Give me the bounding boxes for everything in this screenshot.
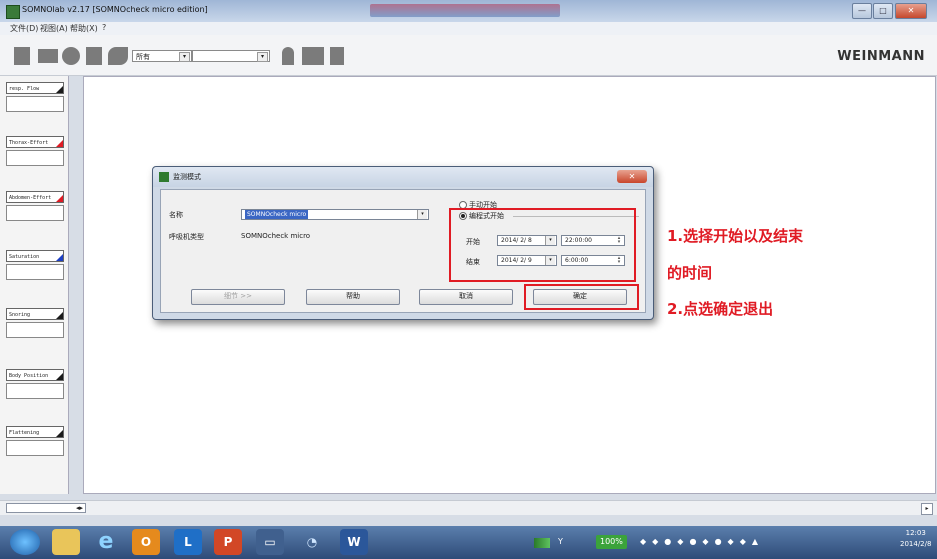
channel-preview [6, 440, 64, 456]
start-orb-icon[interactable] [10, 529, 40, 555]
brand-logo: WEINMANN [837, 49, 925, 64]
maximize-button[interactable]: □ [873, 3, 893, 19]
dialog-title: 监测模式 [173, 173, 201, 181]
channel-preview [6, 150, 64, 166]
square-icon[interactable] [86, 47, 102, 65]
chevron-down-icon: ▾ [179, 52, 190, 62]
lync-icon[interactable]: L [174, 529, 202, 555]
menu-view[interactable]: 视图(A) [40, 23, 68, 34]
book-icon[interactable] [330, 47, 344, 65]
powerpoint-icon[interactable]: P [214, 529, 242, 555]
channel-sidebar: resp. Flow Thorax-Effort Abdomen-Effort … [0, 76, 69, 494]
corner-marker-icon [56, 86, 63, 93]
blurred-taskbar-tab [370, 4, 560, 17]
channel-body-position[interactable]: Body Position [6, 369, 64, 407]
channel-snoring[interactable]: Snoring [6, 308, 64, 346]
annotation-step1-cont: 的时间 [667, 264, 713, 282]
channel-preview [6, 322, 64, 338]
channel-label: Flattening [6, 426, 64, 438]
details-button[interactable]: 细节 >> [191, 289, 285, 305]
clock-time: 12:03 [905, 529, 926, 537]
channel-preview [6, 264, 64, 280]
battery-indicator[interactable]: 100% [596, 535, 627, 549]
tray-icons[interactable]: ◆◆●◆●◆●◆◆▲ [640, 532, 764, 552]
clock-date: 2014/2/8 [900, 540, 932, 548]
minimize-button[interactable]: — [852, 3, 872, 19]
name-select[interactable]: SOMNOcheck micro ▾ [241, 209, 429, 220]
title-bar: SOMNOlab v2.17 [SOMNOcheck micro edition… [0, 0, 937, 22]
remote-desktop-icon[interactable]: ▭ [256, 529, 284, 555]
media-player-icon[interactable]: ◔ [298, 529, 326, 555]
corner-marker-icon [56, 430, 63, 437]
ie-icon[interactable]: e [92, 529, 120, 555]
help-button[interactable]: 帮助 [306, 289, 400, 305]
channel-preview [6, 383, 64, 399]
document-icon[interactable] [14, 47, 30, 65]
channel-preview [6, 96, 64, 112]
word-icon[interactable]: W [340, 529, 368, 555]
record-icon[interactable] [62, 47, 80, 65]
channel-label: Snoring [6, 308, 64, 320]
corner-marker-icon [56, 373, 63, 380]
network-icon[interactable]: Y [558, 532, 563, 552]
device-type-label: 呼吸机类型 [169, 233, 204, 241]
annotation-step1: 1.选择开始以及结束 [667, 227, 804, 245]
channel-label: resp. Flow [6, 82, 64, 94]
scroll-right-icon[interactable]: ▸ [921, 503, 933, 515]
outlook-icon[interactable]: O [132, 529, 160, 555]
corner-marker-icon [56, 140, 63, 147]
dialog-app-icon [159, 172, 169, 182]
channel-preview [6, 205, 64, 221]
chart-icon[interactable] [108, 47, 128, 65]
close-button[interactable]: ✕ [895, 3, 927, 19]
scroll-thumb[interactable]: ◂▸ [6, 503, 86, 513]
patient-select[interactable]: ▾ [192, 50, 270, 62]
channel-flattening[interactable]: Flattening [6, 426, 64, 464]
corner-marker-icon [56, 312, 63, 319]
menu-bar: 文件(D) 视图(A) 帮助(X) ? [0, 22, 937, 35]
horizontal-scrollbar[interactable]: ◂▸ ▸ [0, 500, 937, 515]
app-icon [6, 5, 20, 19]
channel-label: Body Position [6, 369, 64, 381]
explorer-icon[interactable] [52, 529, 80, 555]
tool-icon[interactable] [38, 49, 58, 63]
menu-help[interactable]: 帮助(X) [70, 23, 98, 34]
dialog-close-button[interactable]: ✕ [617, 170, 647, 183]
time-settings-highlight [449, 208, 636, 282]
taskbar: e O L P ▭ ◔ W Y 100% ◆◆●◆●◆●◆◆▲ 12:03 201… [0, 526, 937, 559]
ok-button-highlight [524, 284, 639, 310]
device-type-value: SOMNOcheck micro [241, 232, 311, 240]
channel-saturation[interactable]: Saturation [6, 250, 64, 288]
chevron-down-icon: ▾ [257, 52, 268, 62]
menu-file[interactable]: 文件(D) [10, 23, 38, 34]
channel-resp-flow[interactable]: resp. Flow [6, 82, 64, 120]
corner-marker-icon [56, 254, 63, 261]
corner-marker-icon [56, 195, 63, 202]
annotation-step2: 2.点选确定退出 [667, 300, 774, 318]
channel-label: Abdomen-Effort [6, 191, 64, 203]
dialog-title-bar: 监测模式 ✕ [153, 167, 653, 187]
signal-icon [534, 538, 550, 548]
filter-value: 所有 [136, 53, 150, 61]
folder-icon[interactable] [302, 47, 324, 65]
filter-select[interactable]: 所有 ▾ [132, 50, 192, 62]
window-title: SOMNOlab v2.17 [SOMNOcheck micro edition… [22, 5, 208, 14]
name-label: 名称 [169, 211, 183, 219]
clock[interactable]: 12:03 2014/2/8 [900, 528, 931, 548]
channel-label: Saturation [6, 250, 64, 262]
channel-thorax-effort[interactable]: Thorax-Effort [6, 136, 64, 174]
channel-label: Thorax-Effort [6, 136, 64, 148]
chevron-down-icon: ▾ [417, 210, 427, 219]
toolbar: 所有 ▾ ▾ WEINMANN [0, 35, 937, 76]
name-value: SOMNOcheck micro [245, 210, 309, 219]
channel-abdomen-effort[interactable]: Abdomen-Effort [6, 191, 64, 229]
menu-question[interactable]: ? [102, 23, 106, 32]
cancel-button[interactable]: 取消 [419, 289, 513, 305]
person-icon[interactable] [282, 47, 294, 65]
